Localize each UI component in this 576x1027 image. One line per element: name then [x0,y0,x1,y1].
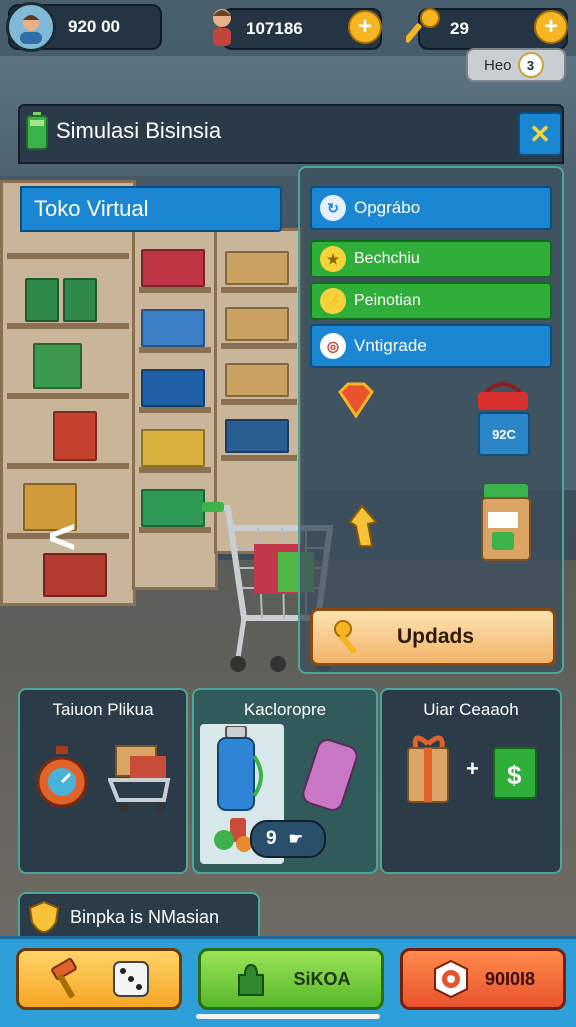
add-gems-button[interactable]: + [348,10,382,44]
target-icon [433,959,468,999]
price-tag-box: 92C [478,412,530,456]
store-label: Toko Virtual [20,186,282,232]
keys-value: 29 [450,19,469,38]
plus-sign: + [466,756,479,781]
hint-button[interactable]: Binpka is NMasian [18,892,260,942]
update-button[interactable]: Updads [310,608,556,666]
star-icon: ★ [320,246,346,272]
swirl-icon: ◎ [320,333,346,359]
back-arrow-button[interactable]: < [38,510,86,564]
sikoa-label: SiKOA [293,968,351,989]
menu-item-vntigrade[interactable]: ◎ Vntigrade [310,324,552,368]
backpack-icon [302,739,358,811]
cart-boxes-icon [108,745,171,813]
gems-value: 107186 [246,19,303,38]
hand-icon: ☛ [288,831,303,848]
dice-icon [113,961,149,997]
gift-box-icon [407,735,449,803]
avatar-icon [20,15,42,44]
card-uiar-ceaaoh[interactable]: Uiar Ceaaoh + $ [380,688,562,874]
bolt-icon: ⚡ [320,288,346,314]
shield-badge-icon [28,900,60,934]
badge-label: Heo [484,56,512,74]
card-kacloropre[interactable]: Kacloropre 9 ☛ [192,688,378,874]
water-bottle-icon [217,726,263,811]
close-icon: ✕ [529,118,551,149]
svg-text:$: $ [507,760,522,790]
refresh-icon: ↻ [320,195,346,221]
key-icon [406,8,440,43]
hammer-icon [51,958,77,999]
badge-pill[interactable]: Heo 3 [466,48,566,82]
coins-value: 920 00 [68,17,120,36]
score-button[interactable]: 90I0I8 [400,948,566,1010]
stopwatch-icon [36,746,88,808]
battery-icon [26,112,48,150]
character-icon [213,9,231,46]
card-taiuon-plikua[interactable]: Taiuon Plikua [18,688,188,874]
back-arrow-icon: < [47,510,77,564]
key-icon [334,620,357,654]
menu-item-peinotian[interactable]: ⚡ Peinotian [310,282,552,320]
close-button[interactable]: ✕ [518,112,562,156]
badge-count: 3 [526,57,535,73]
coins-counter: 920 00 [6,2,162,52]
badge-count-icon: 3 [517,52,544,78]
player-avatar[interactable] [6,2,56,52]
home-indicator [196,1014,380,1019]
basket-icon [478,382,528,410]
price-tag: 92C [492,426,516,442]
hint-label: Binpka is NMasian [70,906,220,927]
item-counter-value: 9 [266,828,277,849]
diamond-icon [338,382,374,418]
item-counter: 9 ☛ [250,820,326,858]
add-keys-button[interactable]: + [534,10,568,44]
window-title: Simulasi Bisinsia [56,118,222,143]
cash-box-icon: $ [493,747,537,799]
menu-item-bechchiu[interactable]: ★ Bechchiu [310,240,552,278]
score-label: 90I0I8 [484,968,536,989]
menu-item-upgrade[interactable]: ↻ Opgrábo [310,186,552,230]
puzzle-icon [238,963,265,996]
sikoa-button[interactable]: SiKOA [198,948,384,1010]
package-icon [481,484,531,561]
update-button-label: Updads [397,625,475,648]
arrow-swap-icon [348,504,378,547]
build-tools-button[interactable] [16,948,182,1010]
